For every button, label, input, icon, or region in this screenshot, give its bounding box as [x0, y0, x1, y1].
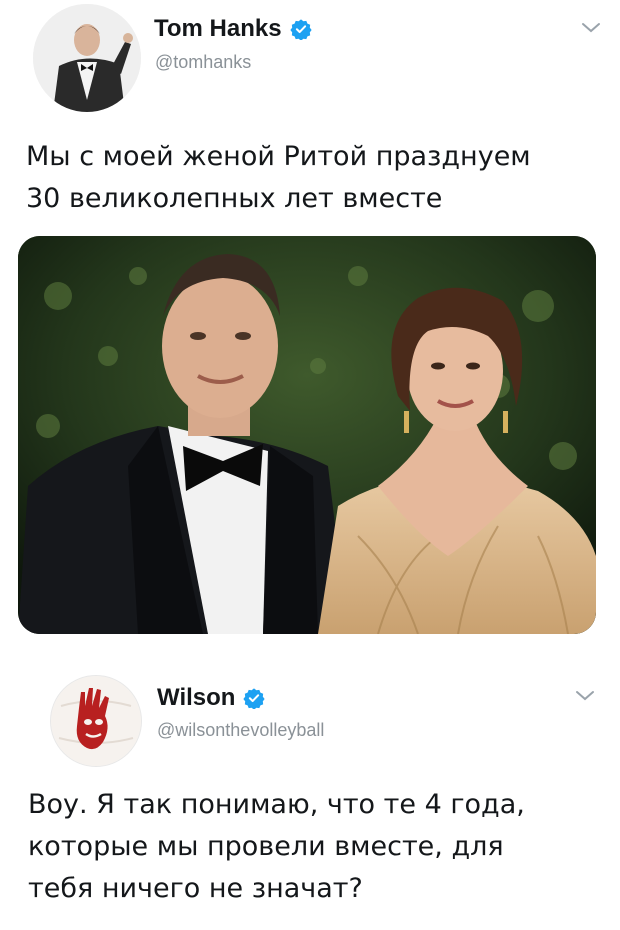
- display-name[interactable]: Wilson: [157, 684, 235, 712]
- chevron-down-icon[interactable]: [580, 20, 602, 36]
- tweet-wilson: Wilson @wilsonthevolleyball Воу. Я так п…: [0, 660, 620, 930]
- tweet-text: Воу. Я так понимаю, что те 4 года, котор…: [28, 789, 525, 904]
- tweet-tomhanks: Tom Hanks @tomhanks Мы с моей женой Рито…: [0, 0, 620, 650]
- photo-image: [18, 236, 596, 634]
- tweet-photo[interactable]: [18, 236, 596, 634]
- avatar-image: [33, 4, 141, 112]
- verified-badge-icon: [243, 687, 266, 709]
- display-name[interactable]: Tom Hanks: [154, 15, 282, 43]
- author-row: Wilson: [157, 684, 266, 712]
- avatar[interactable]: [50, 675, 142, 767]
- handle[interactable]: @tomhanks: [155, 52, 251, 73]
- verified-badge-icon: [289, 18, 312, 40]
- tweet-text: Мы с моей женой Ритой празднуем 30 велик…: [26, 141, 531, 214]
- author-row: Tom Hanks: [154, 15, 312, 43]
- handle[interactable]: @wilsonthevolleyball: [157, 720, 324, 741]
- chevron-down-icon[interactable]: [574, 688, 596, 704]
- avatar[interactable]: [33, 4, 141, 112]
- avatar-image: [51, 676, 141, 766]
